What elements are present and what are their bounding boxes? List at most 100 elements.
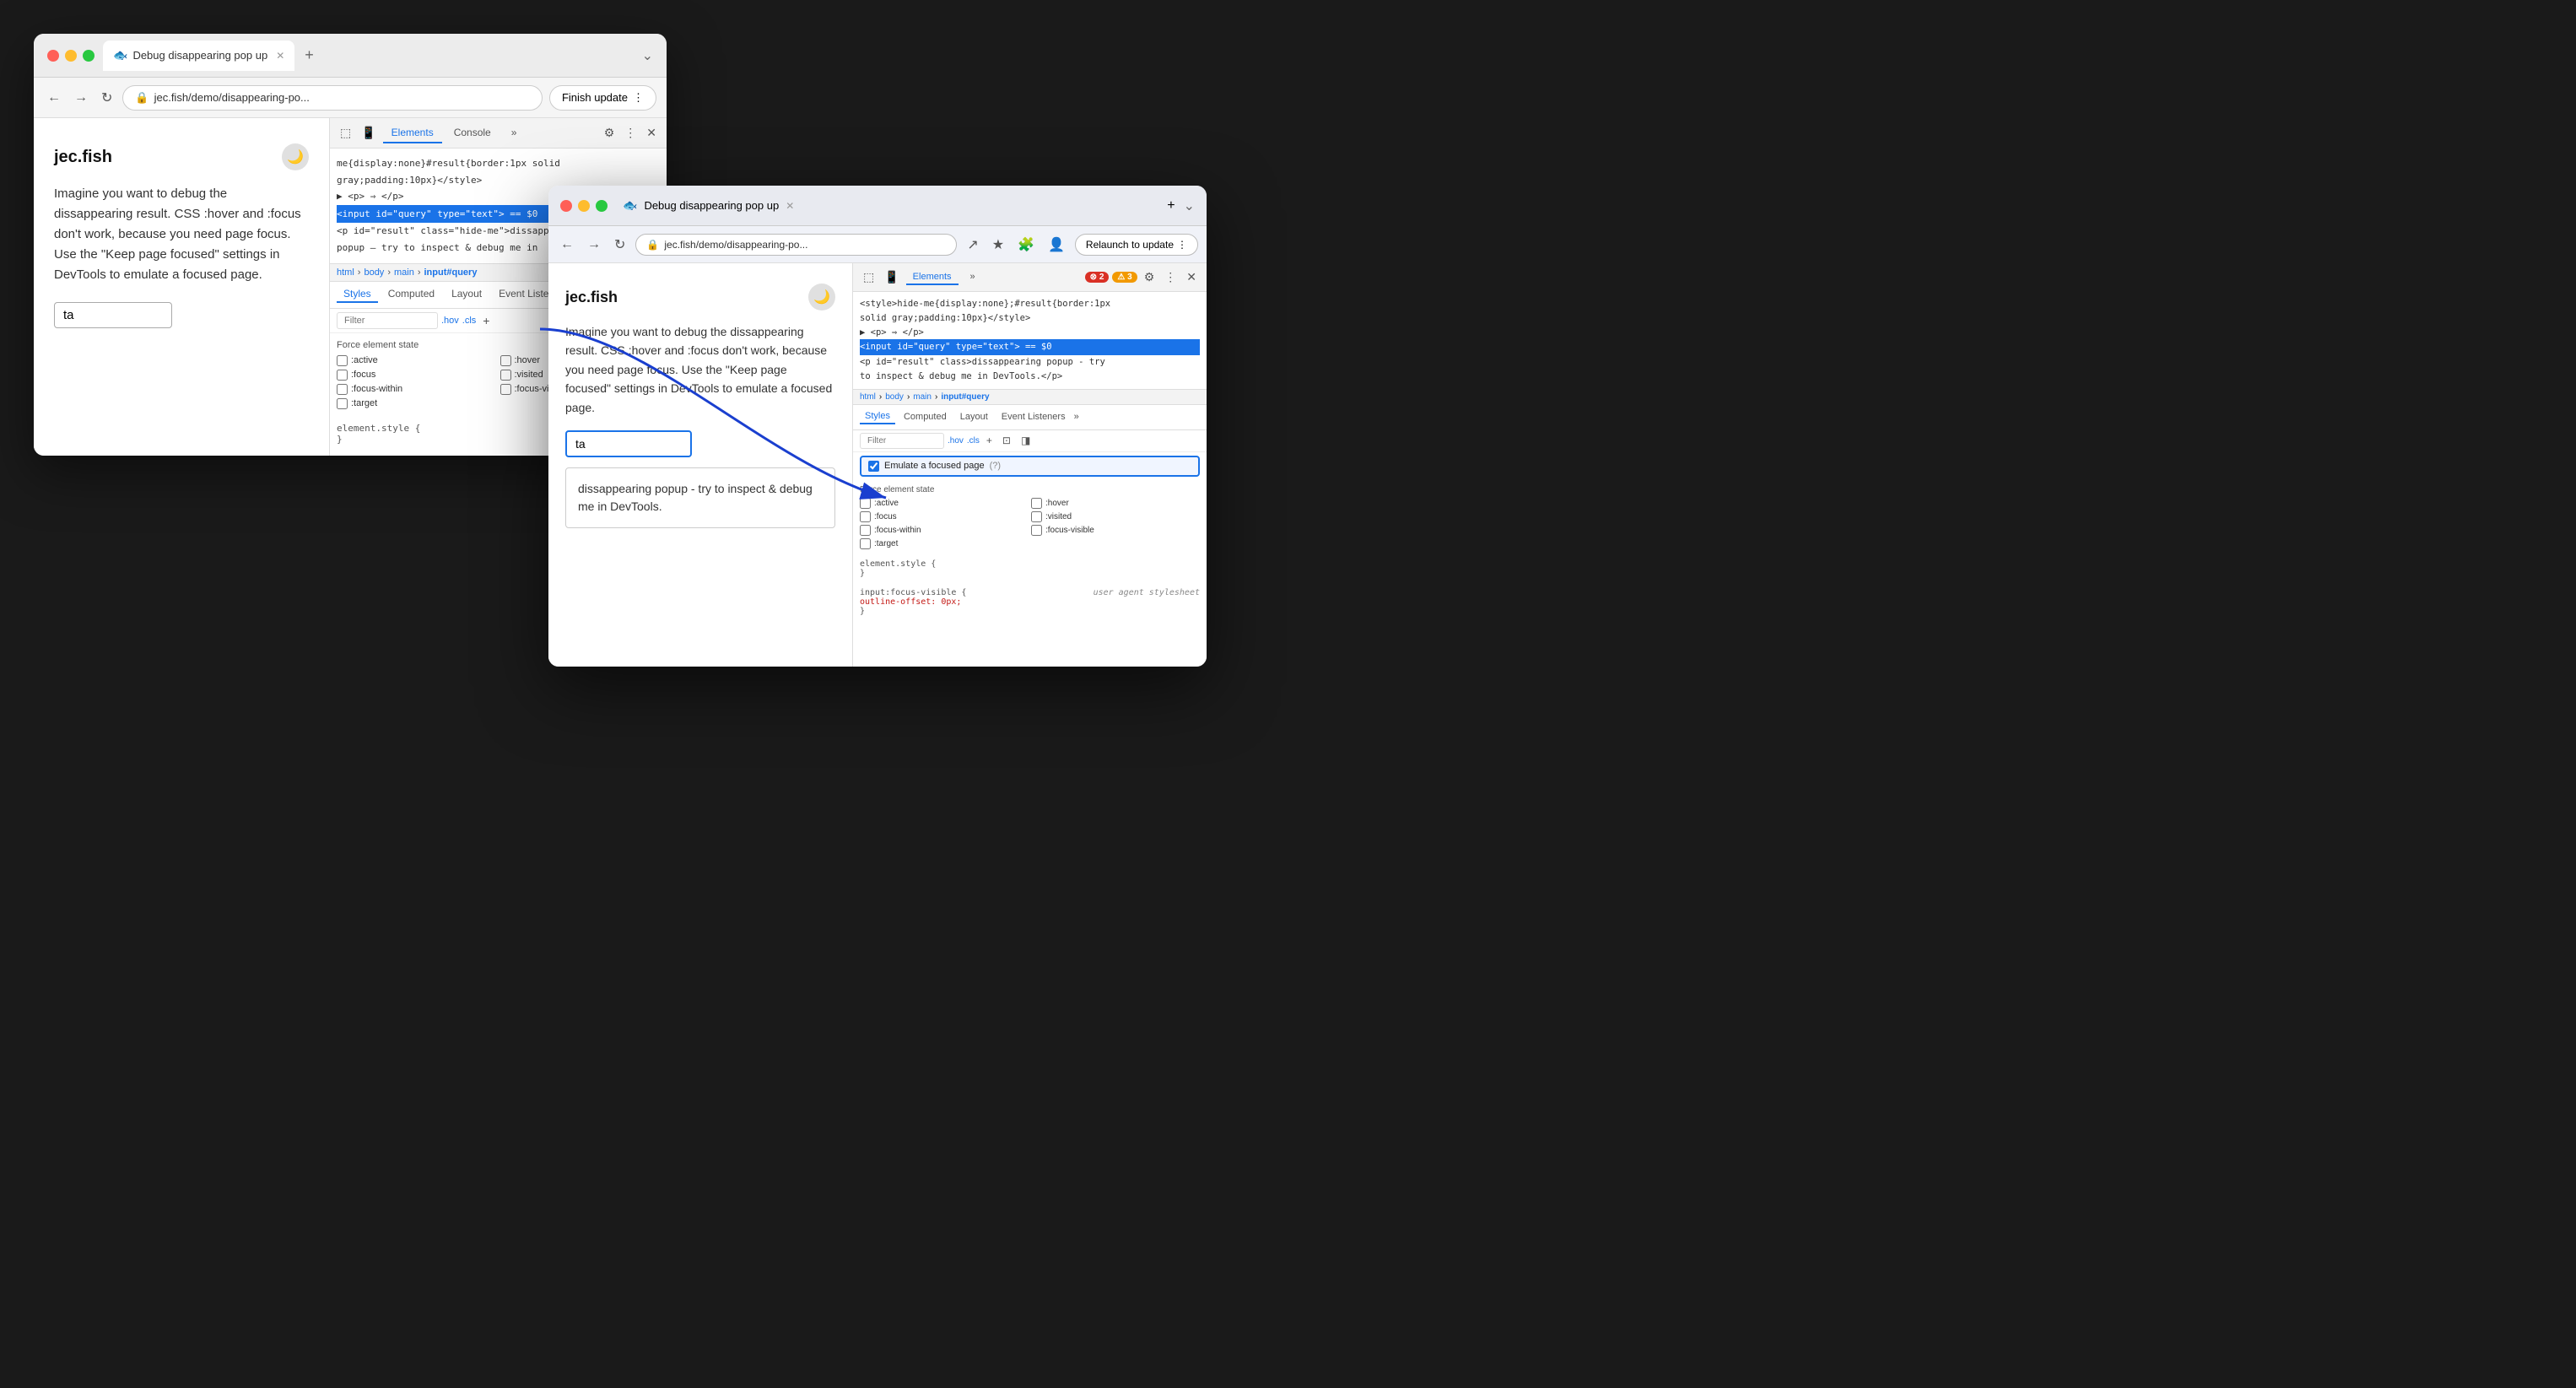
new-tab-button-1[interactable]: + xyxy=(298,43,321,68)
cb-active-2[interactable]: :active xyxy=(860,498,1029,509)
bc-body-1[interactable]: body xyxy=(364,267,384,278)
more-tabs-2[interactable]: » xyxy=(962,268,984,287)
back-button-1[interactable]: ← xyxy=(44,87,64,109)
page-content-2: jec.fish 🌙 Imagine you want to debug the… xyxy=(548,263,1207,667)
dark-mode-toggle-2[interactable]: 🌙 xyxy=(808,284,835,311)
cb-focus-1[interactable]: :focus xyxy=(337,370,497,381)
computed-tab-1[interactable]: Computed xyxy=(381,286,441,303)
cb-focus-visible-2[interactable]: :focus-visible xyxy=(1031,525,1200,536)
filter-input-1[interactable] xyxy=(337,312,438,329)
cls-badge-2[interactable]: .cls xyxy=(967,436,980,446)
chevron-down-icon-1[interactable]: ⌄ xyxy=(642,47,653,64)
minimize-button-2[interactable] xyxy=(578,200,590,212)
finish-update-button[interactable]: Finish update ⋮ xyxy=(549,85,656,111)
filter-input-2[interactable] xyxy=(860,433,944,449)
maximize-button-2[interactable] xyxy=(596,200,608,212)
bookmark-icon-2[interactable]: ★ xyxy=(989,233,1007,257)
minimize-button-1[interactable] xyxy=(65,50,77,62)
forward-button-2[interactable]: → xyxy=(584,234,604,256)
more-icon-2: ⋮ xyxy=(1177,239,1187,251)
bc-html-2[interactable]: html xyxy=(860,392,876,402)
bc-sep-2: › xyxy=(387,267,391,278)
close-button-1[interactable] xyxy=(47,50,59,62)
user-agent-style: user agent stylesheet input:focus-visibl… xyxy=(853,583,1207,621)
device-icon-2[interactable]: 📱 xyxy=(881,268,902,286)
help-icon[interactable]: (?) xyxy=(990,461,1001,471)
nav-bar-1: ← → ↻ 🔒 jec.fish/demo/disappearing-po...… xyxy=(34,78,667,118)
tab-close-1[interactable]: ✕ xyxy=(276,50,284,62)
code-line-1-1: me{display:none}#result{border:1px solid xyxy=(337,155,660,172)
reload-button-1[interactable]: ↻ xyxy=(98,86,116,110)
cb-visited-2[interactable]: :visited xyxy=(1031,511,1200,522)
settings-icon-1[interactable]: ⚙ xyxy=(601,124,618,142)
cb-target-2[interactable]: :target xyxy=(860,538,1029,549)
address-bar-1[interactable]: 🔒 jec.fish/demo/disappearing-po... xyxy=(122,85,543,111)
query-input-1[interactable] xyxy=(54,302,172,328)
cb-focus-within-2[interactable]: :focus-within xyxy=(860,525,1029,536)
layout-tab-2[interactable]: Layout xyxy=(955,410,993,424)
finish-update-label: Finish update xyxy=(562,91,628,104)
bc-input-2[interactable]: input#query xyxy=(941,392,989,402)
settings-icon-2[interactable]: ⚙ xyxy=(1141,268,1158,286)
layout-tab-1[interactable]: Layout xyxy=(445,286,489,303)
inspect-icon-2[interactable]: ⬚ xyxy=(860,268,878,286)
relaunch-update-button[interactable]: Relaunch to update ⋮ xyxy=(1075,234,1198,256)
more-options-2[interactable]: ⋮ xyxy=(1161,268,1180,286)
cb-focus-2[interactable]: :focus xyxy=(860,511,1029,522)
styles-tab-1[interactable]: Styles xyxy=(337,286,378,303)
chevron-down-icon-2[interactable]: ⌄ xyxy=(1184,197,1195,214)
new-tab-button-2[interactable]: + xyxy=(1167,198,1175,213)
back-button-2[interactable]: ← xyxy=(557,234,577,256)
nav-bar-2: ← → ↻ 🔒 jec.fish/demo/disappearing-po...… xyxy=(548,226,1207,263)
close-button-2[interactable] xyxy=(560,200,572,212)
event-listeners-tab-2[interactable]: Event Listeners xyxy=(996,410,1071,424)
add-style-2[interactable]: + xyxy=(983,433,996,448)
reload-button-2[interactable]: ↻ xyxy=(611,233,629,257)
computed-icon-2[interactable]: ⊡ xyxy=(999,433,1014,448)
share-icon-2[interactable]: ↗ xyxy=(964,233,981,257)
bc-main-1[interactable]: main xyxy=(394,267,414,278)
cb-target-1[interactable]: :target xyxy=(337,398,497,409)
extensions-icon-2[interactable]: 🧩 xyxy=(1014,233,1038,257)
more-style-tabs-2[interactable]: » xyxy=(1074,412,1079,422)
bc-sep-1: › xyxy=(358,267,361,278)
bc-input-1[interactable]: input#query xyxy=(424,267,478,278)
bc-html-1[interactable]: html xyxy=(337,267,354,278)
cb-hover-2[interactable]: :hover xyxy=(1031,498,1200,509)
elements-tab-1[interactable]: Elements xyxy=(383,123,442,143)
close-devtools-1[interactable]: ✕ xyxy=(643,124,660,142)
tab-close-2[interactable]: ✕ xyxy=(786,200,794,212)
dark-mode-toggle-1[interactable]: 🌙 xyxy=(282,143,309,170)
bc-body-2[interactable]: body xyxy=(885,392,904,402)
cls-badge-1[interactable]: .cls xyxy=(462,316,477,326)
code-line-2-4[interactable]: <input id="query" type="text"> == $0 xyxy=(860,339,1200,355)
elements-tab-2[interactable]: Elements xyxy=(906,270,959,285)
hov-badge-2[interactable]: .hov xyxy=(948,436,964,446)
console-tab-1[interactable]: Console xyxy=(446,123,500,143)
emulate-focused-checkbox[interactable] xyxy=(868,461,879,472)
close-devtools-2[interactable]: ✕ xyxy=(1183,268,1200,286)
profile-icon-2[interactable]: 👤 xyxy=(1045,233,1068,257)
query-input-2[interactable] xyxy=(565,430,692,457)
add-style-1[interactable]: + xyxy=(479,312,493,329)
device-icon-1[interactable]: 📱 xyxy=(358,124,379,142)
cb-active-1[interactable]: :active xyxy=(337,355,497,366)
maximize-button-1[interactable] xyxy=(83,50,95,62)
emulate-focused-container: Emulate a focused page (?) xyxy=(860,456,1200,477)
relaunch-label: Relaunch to update xyxy=(1086,239,1174,251)
more-options-1[interactable]: ⋮ xyxy=(621,124,640,142)
inspect-icon-1[interactable]: ⬚ xyxy=(337,124,354,142)
more-tabs-1[interactable]: » xyxy=(503,123,526,143)
styles-tab-2[interactable]: Styles xyxy=(860,409,895,424)
css-prop: outline-offset: 0px; xyxy=(860,597,961,607)
traffic-lights-1 xyxy=(47,50,95,62)
page-description-1: Imagine you want to debug the dissappear… xyxy=(54,184,309,285)
active-tab-1[interactable]: 🐟 Debug disappearing pop up ✕ xyxy=(103,41,294,71)
bc-main-2[interactable]: main xyxy=(913,392,932,402)
address-bar-2[interactable]: 🔒 jec.fish/demo/disappearing-po... xyxy=(635,234,957,256)
hov-badge-1[interactable]: .hov xyxy=(441,316,459,326)
color-icon-2[interactable]: ◨ xyxy=(1018,433,1034,448)
cb-focus-within-1[interactable]: :focus-within xyxy=(337,384,497,395)
forward-button-1[interactable]: → xyxy=(71,87,91,109)
computed-tab-2[interactable]: Computed xyxy=(899,410,952,424)
